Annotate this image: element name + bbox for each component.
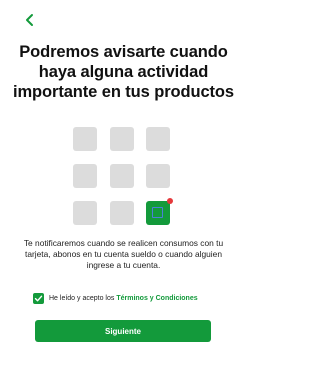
chevron-left-icon [26, 14, 33, 26]
terms-label-prefix: He leído y acepto los [49, 294, 117, 302]
grid-tile [110, 201, 134, 225]
app-square-inner [152, 207, 163, 218]
notification-illustration [73, 127, 173, 227]
terms-label: He leído y acepto los Términos y Condici… [49, 295, 198, 302]
back-button[interactable] [22, 12, 38, 28]
grid-tile [73, 164, 97, 188]
grid-tile [73, 127, 97, 151]
grid-tile [73, 201, 97, 225]
terms-checkbox[interactable] [33, 292, 44, 304]
terms-consent: He leído y acepto los Términos y Condici… [33, 291, 198, 305]
description-text: Te notificaremos cuando se realicen cons… [23, 238, 224, 271]
terms-link[interactable]: Términos y Condiciones [116, 295, 197, 302]
grid-tile [146, 164, 170, 188]
grid-tile [110, 127, 134, 151]
next-button[interactable]: Siguiente [35, 320, 211, 342]
notification-dot-icon [167, 198, 173, 204]
grid-tile [146, 127, 170, 151]
checkmark-icon [34, 295, 43, 301]
grid-tile [110, 164, 134, 188]
app-square-icon [146, 198, 173, 225]
page-title: Podremos avisarte cuando haya alguna act… [13, 43, 234, 101]
